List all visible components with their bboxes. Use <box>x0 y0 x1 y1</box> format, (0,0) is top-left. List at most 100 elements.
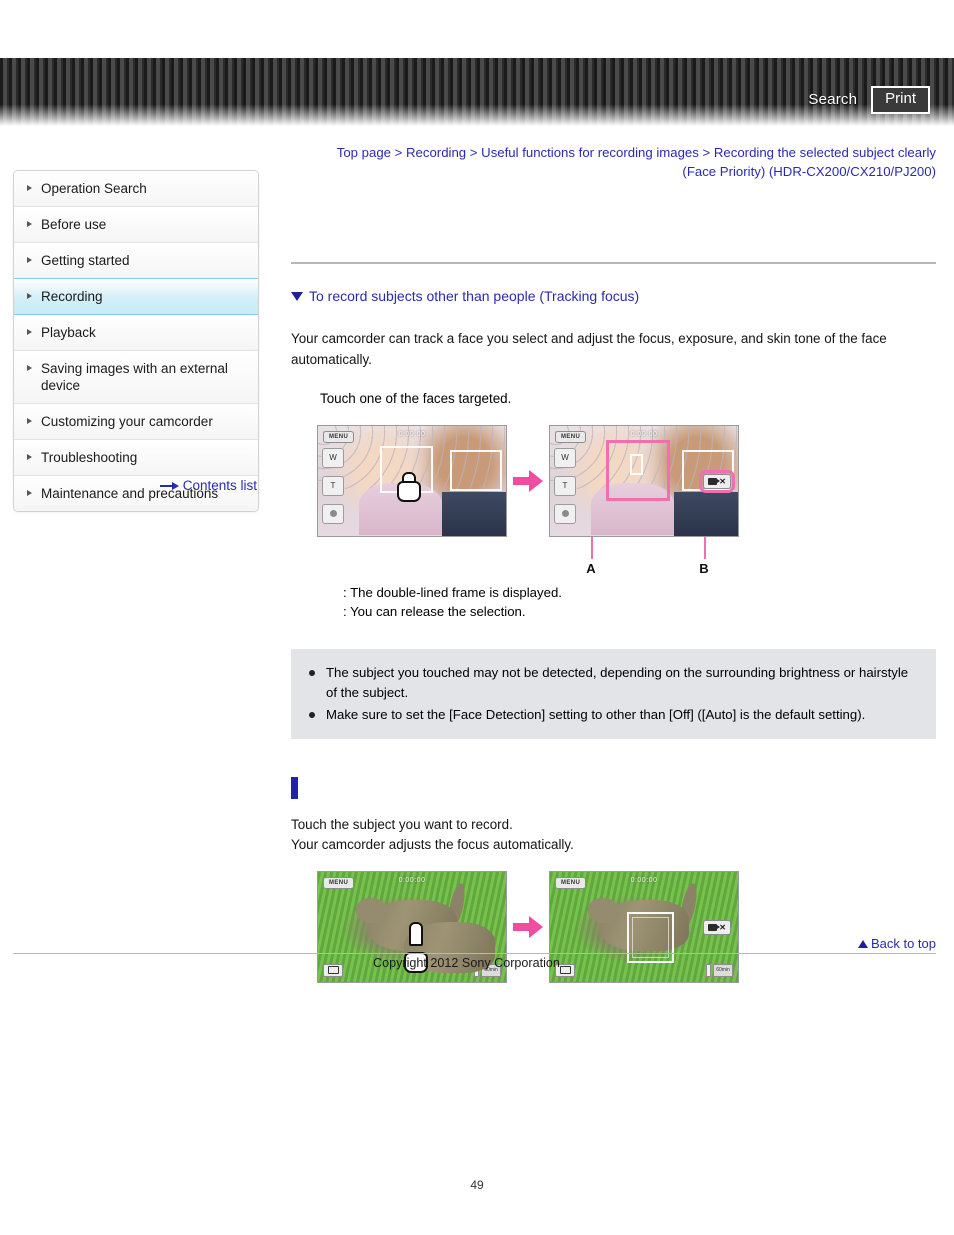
section-marker-bar <box>291 776 298 799</box>
back-to-top-label: Back to top <box>870 936 936 951</box>
callout-label-b: B <box>699 560 709 576</box>
legend-text-a: : The double-lined frame is displayed. <box>343 584 562 600</box>
content-divider <box>291 262 936 264</box>
section-heading-tracking-focus[interactable]: To record subjects other than people (Tr… <box>291 288 936 304</box>
man-subject <box>442 491 506 536</box>
cat-head <box>587 897 618 924</box>
back-to-top-link[interactable]: Back to top <box>291 936 936 951</box>
note-text: The subject you touched may not be detec… <box>326 664 909 700</box>
sidebar-navigation: Operation Search Before use Getting star… <box>13 170 259 512</box>
legend-row-a: : The double-lined frame is displayed. <box>321 583 936 602</box>
sidebar-item-label: Recording <box>41 289 103 304</box>
release-selection-chip: ✕ <box>703 919 731 935</box>
sidebar-item-label: Playback <box>41 325 96 340</box>
zoom-wide-button: W <box>554 447 576 468</box>
print-button[interactable]: Print <box>871 86 930 114</box>
record-button-icon <box>554 503 576 524</box>
sidebar-item-troubleshooting[interactable]: Troubleshooting <box>14 440 258 476</box>
breadcrumb[interactable]: Top page > Recording > Useful functions … <box>300 143 936 181</box>
sidebar-item-label: Before use <box>41 217 107 232</box>
menu-button-icon: MENU <box>323 430 355 443</box>
release-selection-chip: ✕ <box>699 469 735 493</box>
playback-mode-icon <box>323 963 343 977</box>
arrow-right-icon <box>159 479 180 494</box>
menu-button-icon: MENU <box>323 876 355 889</box>
timecode-label: 0:00:00 <box>630 430 658 438</box>
legend-key-a <box>321 583 339 602</box>
sidebar-item-before-use[interactable]: Before use <box>14 207 258 243</box>
step-instruction: Touch one of the faces targeted. <box>320 391 512 406</box>
camera-screen-before: MENU 0:00:00 W T <box>317 424 507 537</box>
zoom-tele-button: T <box>322 475 344 496</box>
signal-bar-icon <box>706 963 711 977</box>
bullet-icon <box>309 669 315 676</box>
status-chips: 60min <box>706 963 733 977</box>
zoom-tele-button: T <box>554 475 576 496</box>
camera-chip-icon <box>708 923 721 931</box>
breadcrumb-line-2[interactable]: (Face Priority) (HDR-CX200/CX210/PJ200) <box>682 164 936 179</box>
figure-face-priority: MENU 0:00:00 W T MENU 0:00:00 W T ✕ <box>317 424 936 537</box>
main-content: To record subjects other than people (Tr… <box>291 262 936 983</box>
callout-leader-b <box>704 536 706 559</box>
menu-button-icon: MENU <box>555 876 587 889</box>
figure-callouts: A B <box>317 536 737 577</box>
zoom-control-rail: W T <box>554 447 576 524</box>
sidebar-item-getting-started[interactable]: Getting started <box>14 243 258 279</box>
cat-head <box>355 897 386 924</box>
double-lined-frame <box>630 453 643 476</box>
section-heading-label: To record subjects other than people (Tr… <box>309 288 640 304</box>
menu-button-icon: MENU <box>555 430 587 443</box>
triangle-up-icon <box>857 940 868 948</box>
legend-row-b: : You can release the selection. <box>321 602 936 621</box>
sidebar-item-label: Operation Search <box>41 181 147 196</box>
release-x-label: ✕ <box>719 922 726 932</box>
copyright-text: Copyright 2012 Sony Corporation <box>373 956 560 970</box>
bullet-icon <box>309 711 315 718</box>
page-number: 49 <box>470 1178 484 1192</box>
arrow-right-pink-icon <box>507 915 549 938</box>
chevron-right-icon <box>27 185 32 191</box>
chevron-right-icon <box>27 418 32 424</box>
lower-instruction-line-1: Touch the subject you want to record. <box>291 816 513 832</box>
arrow-right-pink-icon <box>507 469 549 492</box>
chevron-right-icon <box>27 257 32 263</box>
callout-legend: : The double-lined frame is displayed. :… <box>321 583 936 621</box>
zoom-control-rail: W T <box>322 447 344 524</box>
selected-face-frame-pink <box>606 439 671 502</box>
sidebar-item-operation-search[interactable]: Operation Search <box>14 171 258 207</box>
release-x-label: ✕ <box>719 476 726 486</box>
sidebar-item-recording[interactable]: Recording <box>14 278 258 315</box>
camera-screen-after: MENU 0:00:00 W T ✕ <box>549 424 739 537</box>
callout-leader-a <box>591 536 593 559</box>
zoom-wide-button: W <box>322 447 344 468</box>
record-button-icon <box>322 503 344 524</box>
chevron-right-icon <box>27 329 32 335</box>
sidebar-item-saving-images[interactable]: Saving images with an external device <box>14 351 258 404</box>
battery-label: 60min <box>713 963 733 977</box>
sidebar-item-customizing[interactable]: Customizing your camcorder <box>14 404 258 440</box>
note-item: Make sure to set the [Face Detection] se… <box>309 705 920 725</box>
lower-instruction-line-2: Your camcorder adjusts the focus automat… <box>291 837 574 852</box>
breadcrumb-line-1[interactable]: Top page > Recording > Useful functions … <box>337 145 936 160</box>
chevron-right-icon <box>27 293 32 299</box>
chevron-right-icon <box>27 454 32 460</box>
sidebar-item-playback[interactable]: Playback <box>14 315 258 351</box>
note-item: The subject you touched may not be detec… <box>309 663 920 703</box>
timecode-label: 0:00:00 <box>630 876 658 884</box>
sidebar-item-label: Saving images with an external device <box>41 361 228 393</box>
camera-chip-icon <box>708 477 721 485</box>
man-subject <box>674 491 738 536</box>
header-tools: Search Print <box>808 86 930 114</box>
intro-paragraph: Your camcorder can track a face you sele… <box>291 331 887 367</box>
sidebar-item-label: Getting started <box>41 253 130 268</box>
footer-divider <box>13 953 936 954</box>
chevron-right-icon <box>27 365 32 371</box>
contents-list-link[interactable]: Contents list <box>13 478 257 494</box>
sidebar-item-label: Troubleshooting <box>41 450 138 465</box>
header-banner: Search Print <box>0 58 954 126</box>
notes-box: The subject you touched may not be detec… <box>291 648 936 739</box>
touch-hand-icon <box>396 471 421 502</box>
contents-list-label: Contents list <box>182 478 257 493</box>
search-link[interactable]: Search <box>808 91 857 108</box>
camera-screen-cat-after: MENU 0:00:00 ✕ 60min <box>549 870 739 983</box>
